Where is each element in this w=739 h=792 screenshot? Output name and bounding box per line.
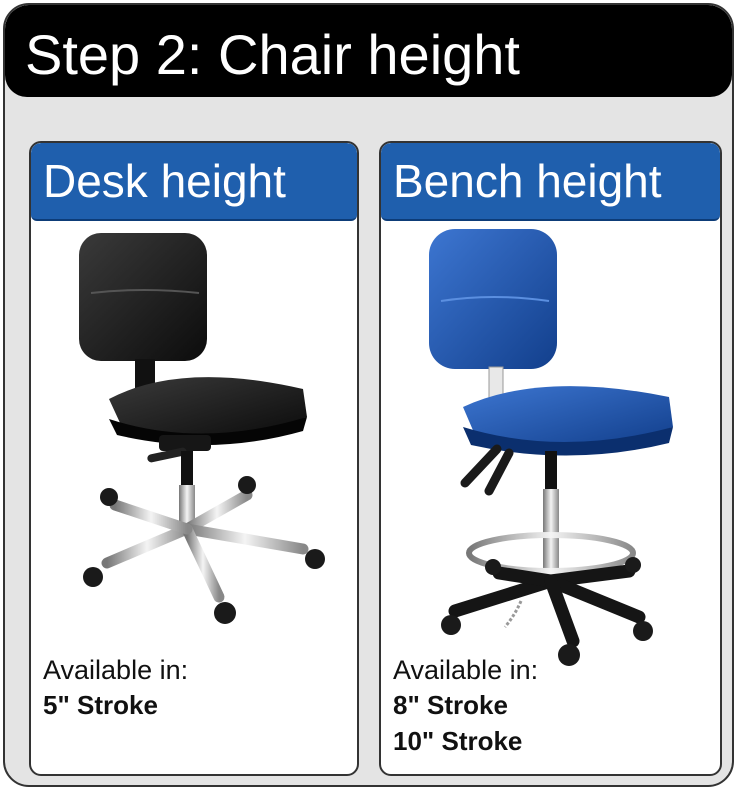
bench-available-label: Available in:	[393, 655, 539, 685]
desk-availability: Available in: 5" Stroke	[43, 653, 188, 723]
step-header: Step 2: Chair height	[5, 5, 732, 97]
desk-height-header: Desk height	[31, 143, 357, 221]
bench-height-header: Bench height	[381, 143, 720, 221]
bench-height-title: Bench height	[393, 155, 662, 207]
desk-available-label: Available in:	[43, 655, 189, 685]
bench-availability: Available in: 8" Stroke 10" Stroke	[393, 653, 538, 759]
desk-stroke-5: 5" Stroke	[43, 690, 158, 720]
bench-stroke-10: 10" Stroke	[393, 726, 523, 756]
page-title: Step 2: Chair height	[25, 23, 520, 86]
desk-chair-image	[79, 233, 325, 624]
bench-stroke-8: 8" Stroke	[393, 690, 508, 720]
desk-height-title: Desk height	[43, 155, 286, 207]
bench-height-option[interactable]: Bench height Available in: 8" Stroke 10"…	[379, 141, 722, 776]
desk-height-option[interactable]: Desk height Available in: 5" Stroke	[29, 141, 359, 776]
chair-height-panel: Step 2: Chair height Desk height Availab…	[3, 3, 734, 787]
bench-chair-image	[429, 229, 673, 666]
